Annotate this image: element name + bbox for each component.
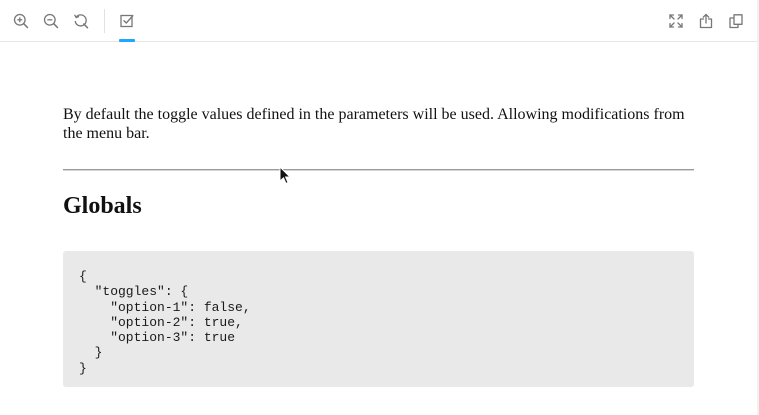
toggles-addon-button[interactable]	[117, 11, 137, 31]
zoom-in-icon	[13, 13, 29, 29]
code-line: {	[79, 269, 87, 284]
intro-paragraph: By default the toggle values defined in …	[63, 106, 685, 142]
code-block: { "toggles": { "option-1": false, "optio…	[63, 251, 694, 387]
section-heading: Globals	[63, 193, 142, 219]
code-line: }	[79, 360, 87, 376]
fullscreen-icon	[669, 14, 683, 28]
reset-zoom-icon	[74, 14, 89, 29]
copy-link-icon	[729, 14, 743, 29]
zoom-in-button[interactable]	[11, 11, 31, 31]
code-line: "option-1": false,	[79, 299, 251, 315]
zoom-out-button[interactable]	[41, 11, 61, 31]
zoom-out-icon	[43, 13, 59, 29]
checkbox-toggle-icon	[120, 14, 134, 28]
copy-link-button[interactable]	[726, 11, 746, 31]
fullscreen-button[interactable]	[666, 11, 686, 31]
code-line: "option-2": true,	[79, 314, 243, 330]
toolbar	[0, 0, 759, 42]
reset-zoom-button[interactable]	[71, 11, 91, 31]
share-button[interactable]	[696, 11, 716, 31]
section-divider	[63, 169, 694, 171]
share-icon	[699, 13, 713, 29]
code-line: }	[79, 345, 103, 361]
docs-content: By default the toggle values defined in …	[63, 42, 694, 220]
code-line: "option-3": true	[79, 330, 236, 346]
code-line: "toggles": {	[79, 284, 189, 300]
toolbar-divider	[104, 9, 105, 33]
mouse-pointer-icon	[279, 166, 291, 185]
